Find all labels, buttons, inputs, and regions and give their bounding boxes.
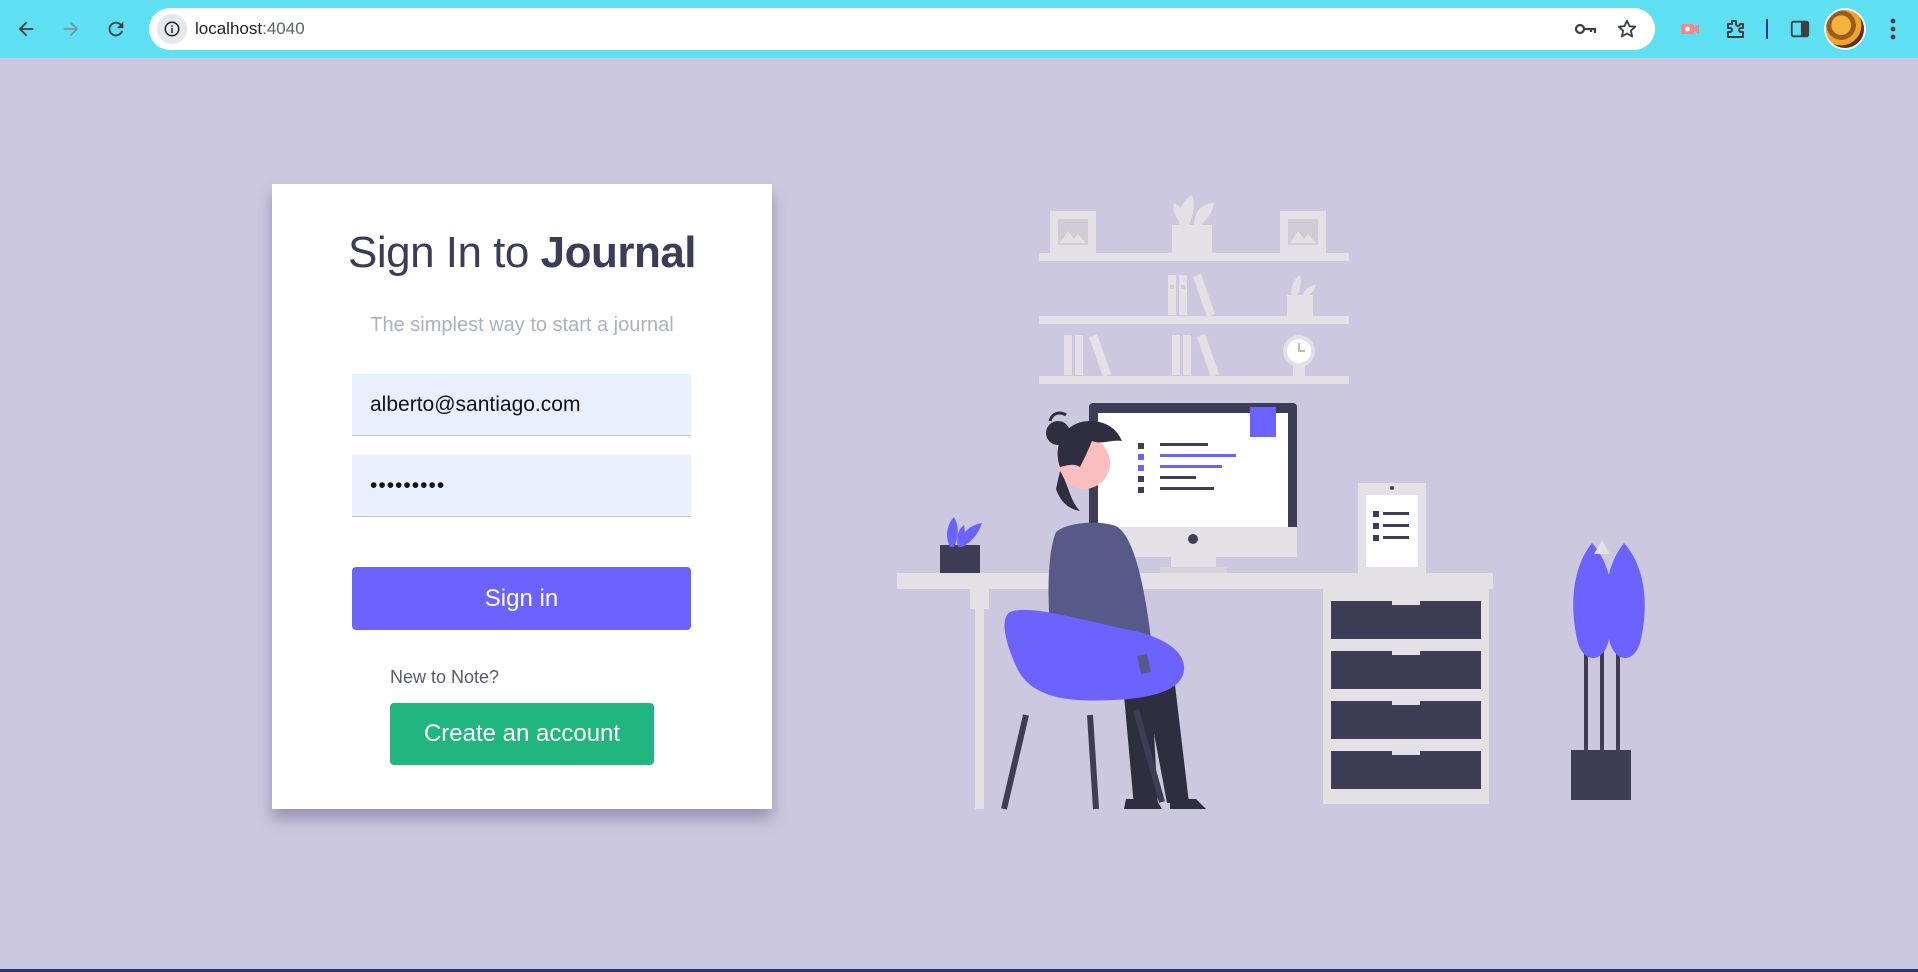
site-info-button[interactable]	[157, 14, 187, 44]
page-title: Sign In to Journal	[272, 228, 772, 278]
side-panel-icon	[1790, 20, 1810, 38]
browser-menu-button[interactable]	[1882, 15, 1904, 43]
profile-avatar[interactable]	[1826, 10, 1864, 48]
new-account-prompt: New to Note?	[390, 667, 500, 687]
password-manager-button[interactable]	[1573, 17, 1597, 41]
side-panel-button[interactable]	[1786, 15, 1814, 43]
desk-plant	[940, 517, 982, 573]
forward-button[interactable]	[53, 11, 89, 47]
puzzle-icon	[1727, 20, 1744, 38]
signin-card: Sign In to Journal The simplest way to s…	[272, 184, 772, 809]
workspace-illustration	[897, 195, 1645, 810]
arrow-right-icon	[63, 21, 79, 37]
address-bar[interactable]: localhost:4040	[149, 8, 1655, 50]
url-port: :4040	[262, 19, 305, 38]
url-host: localhost	[195, 19, 263, 38]
camera-record-icon	[1681, 24, 1699, 34]
key-icon	[1574, 23, 1597, 35]
bookmark-button[interactable]	[1615, 17, 1639, 41]
star-icon	[1617, 19, 1637, 38]
password-field[interactable]	[352, 455, 691, 517]
kebab-menu-icon	[1890, 18, 1896, 40]
reload-icon	[108, 21, 124, 37]
notepad	[1358, 483, 1426, 573]
email-field[interactable]	[352, 374, 691, 436]
title-prefix: Sign In to	[347, 228, 541, 277]
info-icon	[164, 21, 180, 37]
reload-button[interactable]	[98, 11, 134, 47]
desk	[897, 573, 1493, 809]
wall-shelves	[1039, 195, 1349, 384]
screen-record-button[interactable]	[1676, 15, 1704, 43]
floor-plant	[1571, 540, 1645, 800]
browser-toolbar: localhost:4040	[0, 0, 1918, 58]
title-brand: Journal	[540, 228, 697, 277]
subtitle: The simplest way to start a journal	[370, 314, 674, 336]
signin-button[interactable]: Sign in	[352, 567, 691, 630]
toolbar-divider	[1766, 19, 1768, 39]
extensions-button[interactable]	[1721, 15, 1749, 43]
create-account-button[interactable]: Create an account	[390, 703, 654, 765]
back-button[interactable]	[8, 11, 44, 47]
arrow-left-icon	[18, 21, 34, 37]
url-text[interactable]: localhost:4040	[195, 8, 305, 50]
